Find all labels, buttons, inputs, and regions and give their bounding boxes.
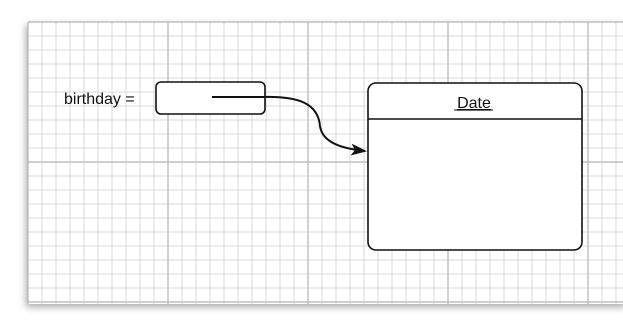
object-class-name: Date — [457, 95, 491, 112]
diagram-canvas: birthday = Date — [0, 0, 623, 325]
variable-label: birthday = — [64, 91, 135, 108]
object-reference-diagram: birthday = Date — [27, 21, 623, 304]
